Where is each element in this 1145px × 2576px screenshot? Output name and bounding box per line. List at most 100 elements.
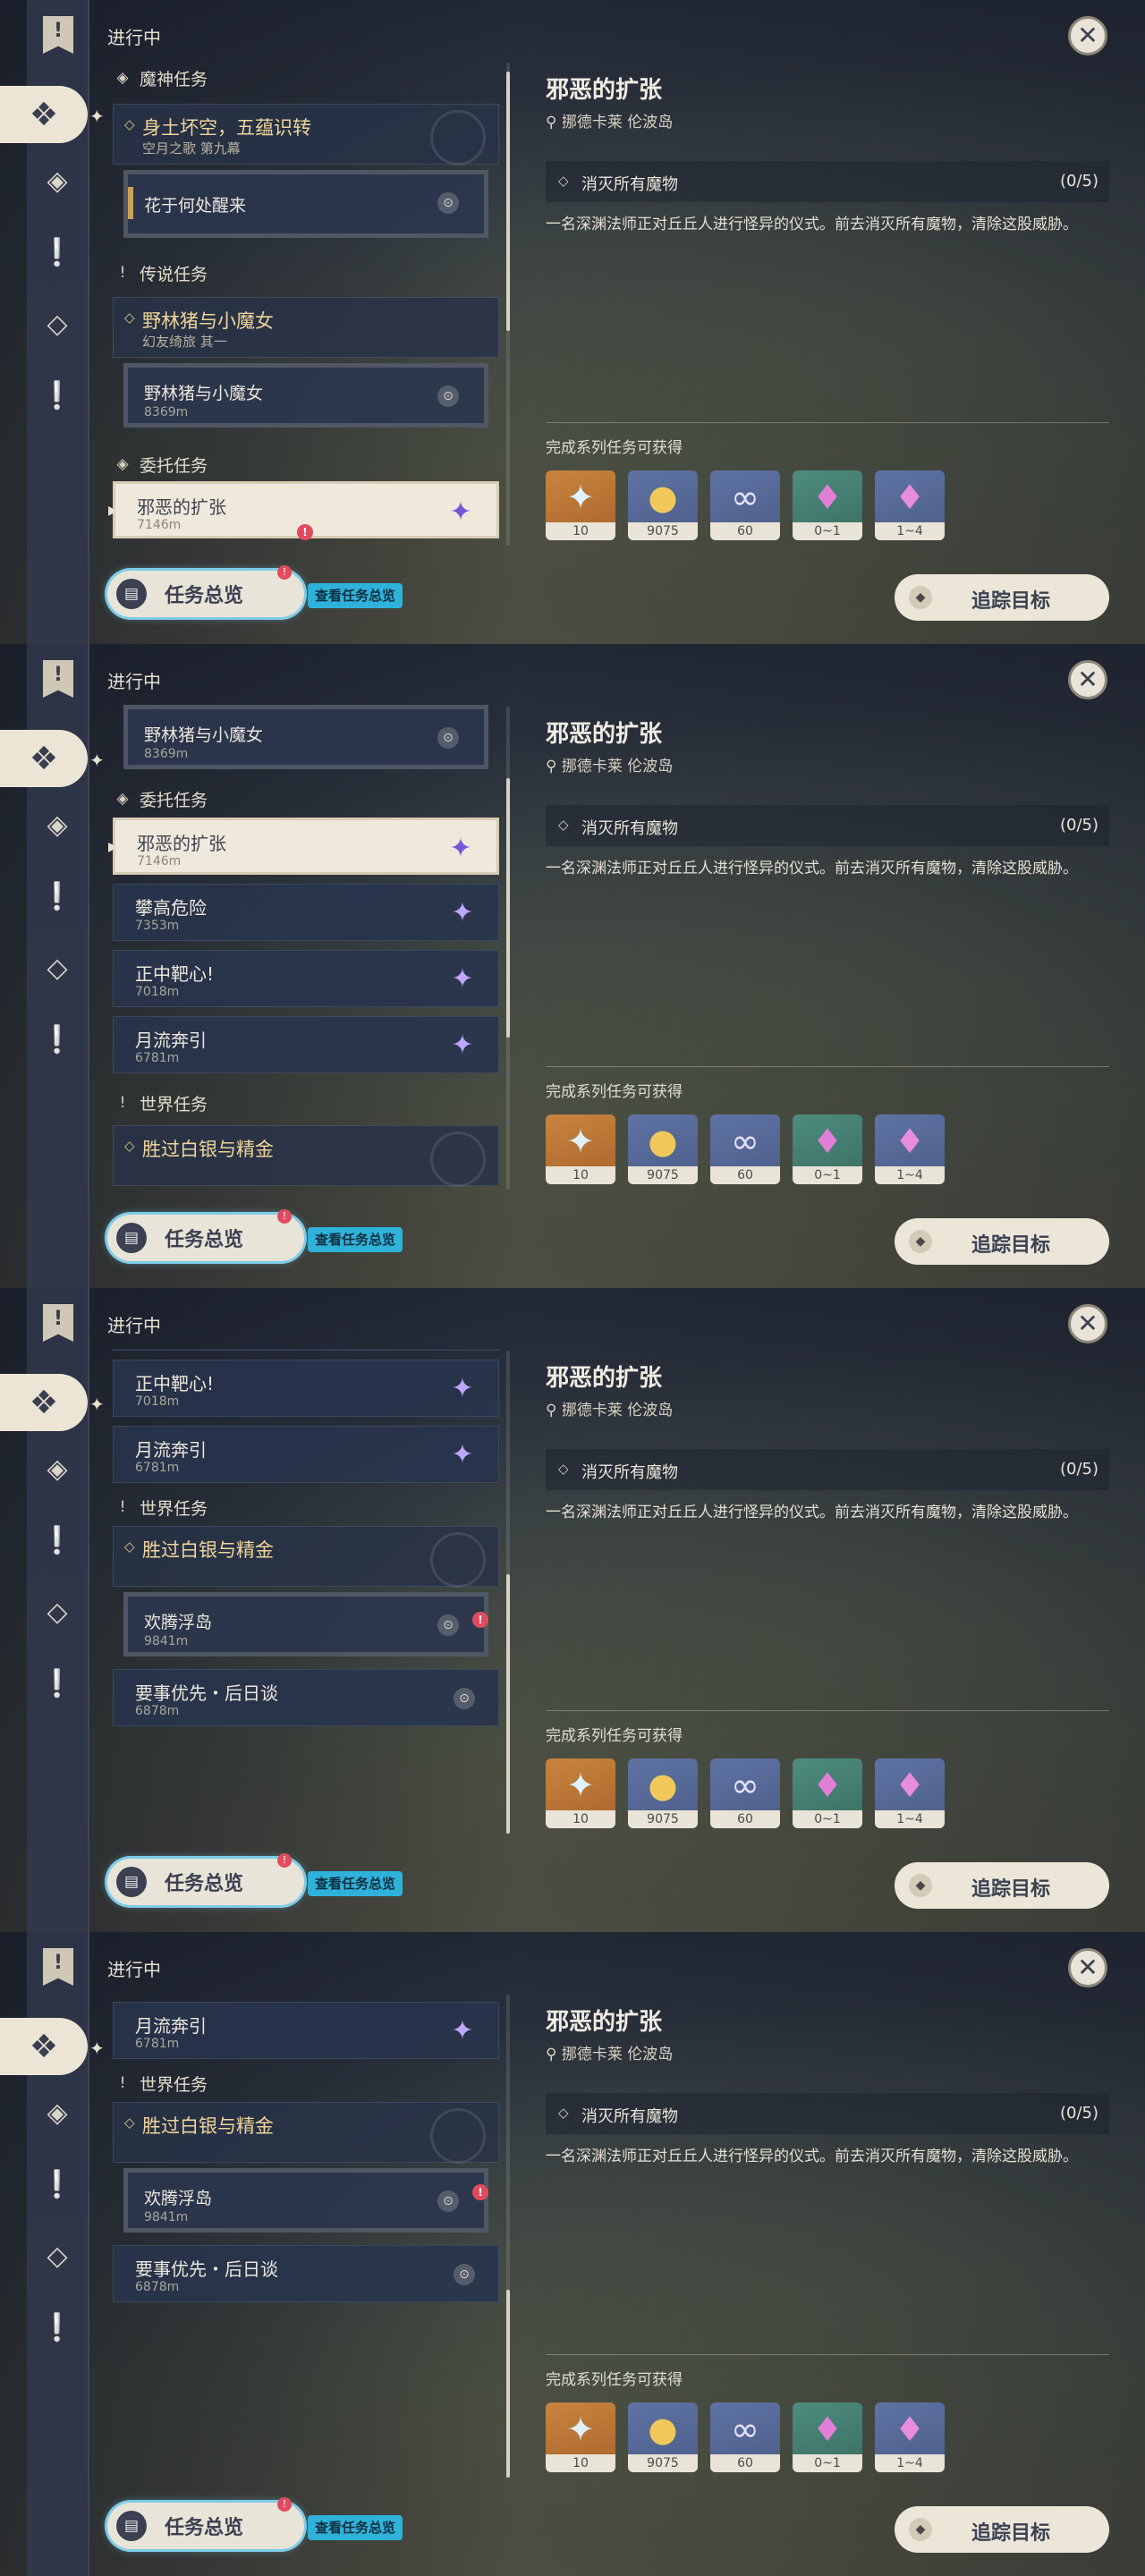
commission-quest-icon[interactable]: ◇: [27, 2227, 88, 2284]
quest-step-world[interactable]: 欢腾浮岛 9841m ⊙: [123, 2168, 488, 2233]
overview-tip[interactable]: 查看任务总览: [308, 1227, 403, 1252]
crystal-icon[interactable]: ♦ 1~4: [875, 2402, 945, 2472]
story-quest-icon[interactable]: ❕: [27, 868, 88, 925]
story-quest-icon[interactable]: ❕: [27, 2156, 88, 2213]
ore-icon[interactable]: ♦ 0~1: [793, 1758, 862, 1828]
quest-card-commission[interactable]: 攀高危险 7353m ✦: [113, 1349, 499, 1351]
close-icon[interactable]: ✕: [1068, 660, 1107, 699]
mora-icon[interactable]: ● 9075: [628, 1758, 698, 1828]
companionship-exp-icon[interactable]: ∞ 60: [710, 470, 780, 540]
location-pin-icon[interactable]: ⊙: [437, 727, 459, 749]
companionship-exp-icon[interactable]: ∞ 60: [710, 1114, 780, 1184]
quest-step-world[interactable]: 欢腾浮岛 9841m ⊙: [123, 1592, 488, 1657]
quest-card-world[interactable]: ◇ 胜过白银与精金: [113, 1526, 499, 1588]
location-pin-icon[interactable]: ⊙: [437, 2190, 459, 2212]
location-pin-icon[interactable]: ⊙: [437, 192, 459, 214]
quest-card-world-other[interactable]: 要事优先・后日谈 6878m ⊙: [113, 2245, 499, 2302]
ore-icon[interactable]: ♦ 0~1: [793, 2402, 862, 2472]
scrollbar-thumb[interactable]: [506, 2290, 510, 2478]
commission-quest-icon[interactable]: ◇: [27, 295, 88, 352]
overview-tip[interactable]: 查看任务总览: [308, 583, 403, 608]
location-pin-icon[interactable]: ⊙: [454, 2264, 475, 2285]
all-quests-icon[interactable]: ❖: [0, 1374, 88, 1431]
quest-card-commission[interactable]: 月流奔引 6781m ✦: [113, 2002, 499, 2059]
quest-card-world[interactable]: ◇ 胜过白银与精金: [113, 1125, 499, 1187]
close-icon[interactable]: ✕: [1068, 16, 1107, 55]
location-pin-icon[interactable]: ⊙: [437, 386, 459, 407]
quest-card-commission[interactable]: 正中靶心! 7018m ✦: [113, 950, 499, 1007]
overview-button[interactable]: ▤ 任务总览 !: [107, 1853, 304, 1905]
primogem-icon[interactable]: ✦ 10: [546, 1114, 615, 1184]
commission-quest-icon[interactable]: ◇: [27, 939, 88, 996]
crystal-icon[interactable]: ♦ 1~4: [875, 1758, 945, 1828]
archon-quest-icon[interactable]: ◈: [27, 152, 88, 209]
quest-title: 攀高危险: [135, 897, 207, 919]
quest-card-commission[interactable]: 正中靶心! 7018m ✦: [113, 1360, 499, 1417]
companionship-exp-icon[interactable]: ∞ 60: [710, 2402, 780, 2472]
all-quests-icon[interactable]: ❖: [0, 730, 88, 787]
scrollbar-thumb[interactable]: [506, 1574, 510, 1834]
story-quest-icon[interactable]: ❕: [27, 224, 88, 281]
crystal-icon[interactable]: ♦ 1~4: [875, 1114, 945, 1184]
overview-button[interactable]: ▤ 任务总览 !: [107, 565, 304, 617]
location-pin-icon[interactable]: ⊙: [454, 1688, 475, 1709]
commission-quest-icon[interactable]: ◇: [27, 1583, 88, 1640]
overview-tip[interactable]: 查看任务总览: [308, 2515, 403, 2540]
world-quest-icon[interactable]: ❕: [27, 1655, 88, 1712]
reward-qty: 0~1: [793, 522, 862, 540]
archon-quest-icon[interactable]: ◈: [27, 1440, 88, 1497]
primogem-icon[interactable]: ✦ 10: [546, 2402, 615, 2472]
primogem-icon[interactable]: ✦ 10: [546, 470, 615, 540]
mora-icon[interactable]: ● 9075: [628, 1114, 698, 1184]
world-quest-icon[interactable]: ❕: [27, 2299, 88, 2356]
quest-card-world[interactable]: ◇ 胜过白银与精金: [113, 2102, 499, 2164]
close-icon[interactable]: ✕: [1068, 1948, 1107, 1987]
story-quest-icon[interactable]: ❕: [27, 1512, 88, 1569]
quest-list[interactable]: ◈ 魔神任务 ◇ 身土坏空，五蕴识转 空月之歌 第九幕 花于何处醒来 ⊙ ! 传说任…: [106, 61, 508, 544]
quest-list[interactable]: 野林猪与小魔女 8369m ⊙ ◈ 委托任务 ▶ 邪恶的扩张 7146m ✦ 攀高…: [106, 705, 508, 1188]
quest-step-legend[interactable]: 野林猪与小魔女 8369m ⊙: [123, 363, 488, 428]
quest-card-commission[interactable]: 攀高危险 7353m ✦: [113, 884, 499, 941]
companionship-exp-icon[interactable]: ∞ 60: [710, 1758, 780, 1828]
quest-list[interactable]: 月流奔引 6781m ✦ ! 世界任务 ◇ 胜过白银与精金 欢腾浮岛 9841m …: [106, 1993, 508, 2476]
overview-tip[interactable]: 查看任务总览: [308, 1871, 403, 1896]
quest-diamond-icon: ◇: [124, 2114, 135, 2131]
world-quest-icon[interactable]: ❕: [27, 1011, 88, 1068]
quest-card-commission[interactable]: 月流奔引 6781m ✦: [113, 1016, 499, 1073]
quest-list[interactable]: 攀高危险 7353m ✦ 正中靶心! 7018m ✦ 月流奔引 6781m ✦ …: [106, 1349, 508, 1832]
archon-quest-icon[interactable]: ◈: [27, 2084, 88, 2141]
primogem-icon[interactable]: ✦ 10: [546, 1758, 615, 1828]
all-quests-icon[interactable]: ❖: [0, 2018, 88, 2075]
track-button[interactable]: ◆ 追踪目标: [895, 1862, 1109, 1909]
overview-button[interactable]: ▤ 任务总览 !: [107, 2497, 304, 2549]
quest-card-commission[interactable]: 月流奔引 6781m ✦: [113, 1426, 499, 1483]
section-label: 委托任务: [140, 790, 208, 810]
selection-arrow-icon: ▶: [108, 504, 118, 518]
ore-icon[interactable]: ♦ 0~1: [793, 1114, 862, 1184]
crystal-icon[interactable]: ♦ 1~4: [875, 470, 945, 540]
archon-quest-icon[interactable]: ◈: [27, 796, 88, 853]
track-button[interactable]: ◆ 追踪目标: [895, 1218, 1109, 1265]
all-quests-icon[interactable]: ❖: [0, 86, 88, 143]
track-button[interactable]: ◆ 追踪目标: [895, 2506, 1109, 2553]
world-quest-icon[interactable]: ❕: [27, 367, 88, 424]
quest-step-legend[interactable]: 野林猪与小魔女 8369m ⊙: [123, 705, 488, 769]
track-diamond-icon: ◆: [909, 1874, 932, 1897]
location-pin-icon[interactable]: ⊙: [437, 1614, 459, 1636]
quest-step-archon[interactable]: 花于何处醒来 ⊙: [123, 170, 488, 238]
ore-icon[interactable]: ♦ 0~1: [793, 470, 862, 540]
quest-card-archon[interactable]: ◇ 身土坏空，五蕴识转 空月之歌 第九幕: [113, 104, 499, 165]
mora-icon[interactable]: ● 9075: [628, 2402, 698, 2472]
status-title: 进行中: [107, 27, 161, 48]
quest-card-selected[interactable]: ▶ 邪恶的扩张 7146m ✦: [108, 818, 499, 875]
overview-button[interactable]: ▤ 任务总览 !: [107, 1209, 304, 1261]
quest-card-world-other[interactable]: 要事优先・后日谈 6878m ⊙: [113, 1669, 499, 1726]
scrollbar-thumb[interactable]: [506, 778, 510, 1038]
track-diamond-icon: ◆: [909, 2518, 932, 2541]
track-button[interactable]: ◆ 追踪目标: [895, 574, 1109, 621]
close-icon[interactable]: ✕: [1068, 1304, 1107, 1343]
objective-text: 消灭所有魔物: [581, 2107, 678, 2126]
scrollbar-thumb[interactable]: [506, 72, 510, 331]
quest-card-legend[interactable]: ◇ 野林猪与小魔女 幻友绮旅 其一: [113, 297, 499, 358]
mora-icon[interactable]: ● 9075: [628, 470, 698, 540]
